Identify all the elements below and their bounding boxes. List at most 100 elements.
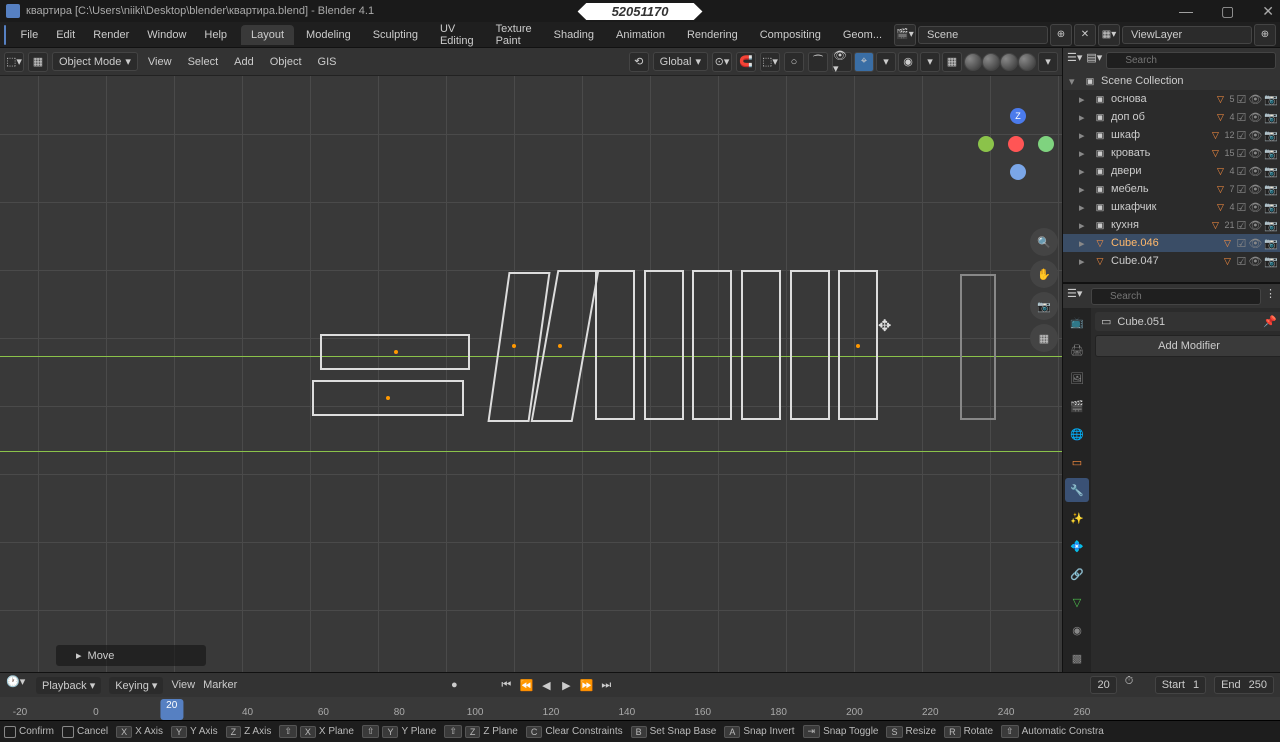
tab-viewlayer-icon[interactable]: 🖼 [1065,366,1089,390]
outliner-row[interactable]: ▸▣шкаф▽12☑👁📷 [1063,126,1280,144]
play-icon[interactable]: ▶ [557,676,575,694]
proportional-icon[interactable]: ○ [784,52,804,72]
tab-texture-paint[interactable]: Texture Paint [486,19,542,51]
tab-output-icon[interactable]: 🖨 [1065,338,1089,362]
snap-icon[interactable]: 🧲 [736,52,756,72]
tab-layout[interactable]: Layout [241,25,294,45]
shading-solid-icon[interactable] [982,53,1000,71]
preview-range-icon[interactable]: ⏱ [1125,675,1147,695]
current-frame-indicator[interactable]: 20 [160,699,183,720]
outliner-row[interactable]: ▸▣мебель▽7☑👁📷 [1063,180,1280,198]
orientation-selector[interactable]: Global▾ [653,52,708,71]
tl-keying[interactable]: Keying ▾ [109,677,163,694]
current-frame-field[interactable]: 20 [1090,676,1116,694]
outliner-row[interactable]: ▸▣кровать▽15☑👁📷 [1063,144,1280,162]
tl-view[interactable]: View [171,679,195,691]
mode-selector[interactable]: Object Mode▾ [52,52,138,71]
tab-constraints-icon[interactable]: 🔗 [1065,562,1089,586]
outliner-tree[interactable]: ▾▣ Scene Collection ▸▣основа▽5☑👁📷▸▣доп о… [1063,72,1280,282]
last-operator-panel[interactable]: ▸Move [56,645,206,666]
play-reverse-icon[interactable]: ◀ [537,676,555,694]
scene-name[interactable]: Scene [918,26,1048,44]
props-options-icon[interactable]: ⋮ [1265,287,1280,305]
tl-playback[interactable]: Playback ▾ [36,677,101,694]
vp-menu-gis[interactable]: GIS [312,54,343,70]
tab-scene-icon[interactable]: 🎬 [1065,394,1089,418]
overlay-toggle-icon[interactable]: ◉ [898,52,918,72]
tab-geometry[interactable]: Geom... [833,25,892,45]
object-name[interactable]: Cube.051 [1117,316,1165,328]
axis-y-icon[interactable] [978,136,994,152]
snap-type-icon[interactable]: ⬚▾ [760,52,780,72]
viewlayer-name[interactable]: ViewLayer [1122,26,1252,44]
outliner-display-icon[interactable]: ▤▾ [1086,51,1102,69]
camera-icon[interactable]: 📷 [1030,292,1058,320]
minimize-button[interactable]: — [1179,3,1193,20]
viewlayer-new-icon[interactable]: ⊕ [1254,24,1276,46]
shading-rendered-icon[interactable] [1018,53,1036,71]
tab-rendering[interactable]: Rendering [677,25,748,45]
jump-end-icon[interactable]: ⏭ [597,676,615,694]
blender-logo-icon[interactable] [4,25,6,45]
keyframe-prev-icon[interactable]: ⏪ [517,676,535,694]
jump-start-icon[interactable]: ⏮ [497,676,515,694]
keyframe-next-icon[interactable]: ⏩ [577,676,595,694]
editor-type-icon[interactable]: ⬚▾ [4,52,24,72]
outliner-type-icon[interactable]: ☰▾ [1067,51,1082,69]
outliner-row[interactable]: ▸▣доп об▽4☑👁📷 [1063,108,1280,126]
zoom-icon[interactable]: 🔍 [1030,228,1058,256]
xray-icon[interactable]: ▦ [942,52,962,72]
proportional-type-icon[interactable]: ⁀ [808,52,828,72]
tab-shading[interactable]: Shading [544,25,604,45]
close-button[interactable]: ✕ [1262,3,1274,20]
scene-new-icon[interactable]: ⊕ [1050,24,1072,46]
outliner-row[interactable]: ▸▽Cube.046▽☑👁📷 [1063,234,1280,252]
pin-icon[interactable]: 📌 [1263,315,1277,328]
tab-world-icon[interactable]: 🌐 [1065,422,1089,446]
start-frame-field[interactable]: Start1 [1155,676,1206,694]
vp-menu-select[interactable]: Select [182,54,225,70]
tab-material-icon[interactable]: ◉ [1065,618,1089,642]
shading-popover-icon[interactable]: ▾ [1038,52,1058,72]
add-modifier-button[interactable]: Add Modifier [1095,335,1280,357]
end-frame-field[interactable]: End250 [1214,676,1274,694]
autokey-icon[interactable]: ● [445,676,463,694]
shading-material-icon[interactable] [1000,53,1018,71]
outliner-row[interactable]: ▸▽Cube.047▽☑👁📷 [1063,252,1280,270]
scene-collection-row[interactable]: ▾▣ Scene Collection [1063,72,1280,90]
tab-animation[interactable]: Animation [606,25,675,45]
menu-window[interactable]: Window [139,25,194,45]
menu-help[interactable]: Help [196,25,235,45]
viewlayer-browse-icon[interactable]: ▦▾ [1098,24,1120,46]
vp-menu-add[interactable]: Add [228,54,260,70]
shading-wireframe-icon[interactable] [964,53,982,71]
tab-physics-icon[interactable]: 💠 [1065,534,1089,558]
viewport-3d[interactable]: ⬚▾ ▦ Object Mode▾ View Select Add Object… [0,48,1062,672]
axis-x-neg-icon[interactable] [1008,136,1024,152]
perspective-icon[interactable]: ▦ [1030,324,1058,352]
outliner-row[interactable]: ▸▣кухня▽21☑👁📷 [1063,216,1280,234]
scene-delete-icon[interactable]: ✕ [1074,24,1096,46]
scene-browse-icon[interactable]: 🎬▾ [894,24,916,46]
maximize-button[interactable]: ▢ [1221,3,1234,20]
outliner-row[interactable]: ▸▣шкафчик▽4☑👁📷 [1063,198,1280,216]
tab-render-icon[interactable]: 📺 [1065,310,1089,334]
menu-file[interactable]: File [12,25,46,45]
vp-menu-view[interactable]: View [142,54,178,70]
orientation-icon[interactable]: ⟲ [629,52,649,72]
props-type-icon[interactable]: ☰▾ [1067,287,1087,305]
vp-menu-object[interactable]: Object [264,54,308,70]
outliner-row[interactable]: ▸▣двери▽4☑👁📷 [1063,162,1280,180]
gizmo-popover-icon[interactable]: ▾ [876,52,896,72]
tab-compositing[interactable]: Compositing [750,25,831,45]
viewport-canvas[interactable]: ✥ [0,76,1062,672]
pan-icon[interactable]: ✋ [1030,260,1058,288]
tab-object-icon[interactable]: ▭ [1065,450,1089,474]
axis-y-neg-icon[interactable] [1038,136,1054,152]
menu-render[interactable]: Render [85,25,137,45]
tab-uv-editing[interactable]: UV Editing [430,19,484,51]
gizmo-toggle-icon[interactable]: ⌖ [854,52,874,72]
tab-data-icon[interactable]: ▽ [1065,590,1089,614]
timeline-ruler[interactable]: -200204060801001201401601802002202402602… [0,697,1280,720]
axis-z-neg-icon[interactable] [1010,164,1026,180]
